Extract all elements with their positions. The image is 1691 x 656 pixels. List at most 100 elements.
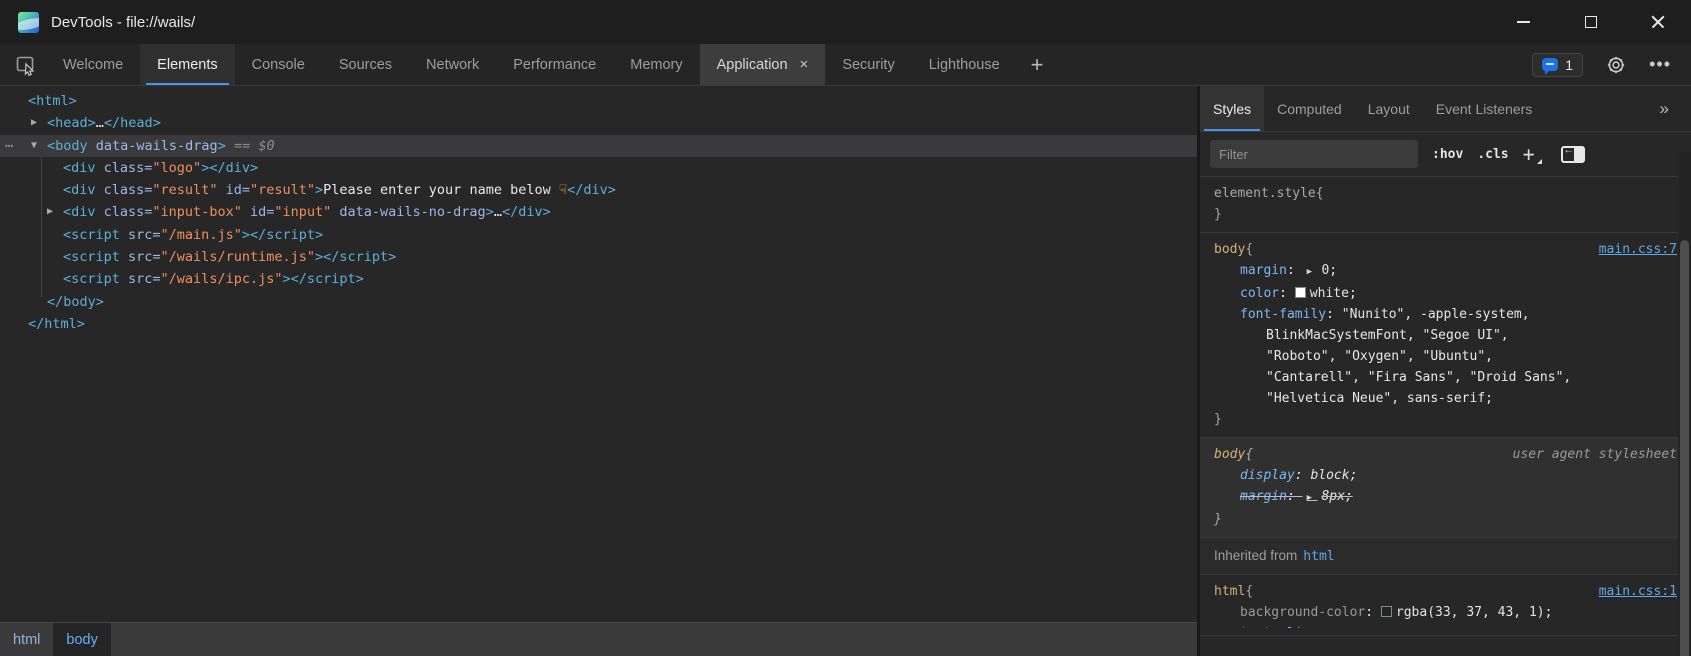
inherited-element-link[interactable]: html [1303, 549, 1334, 564]
css-property[interactable]: display: block; [1214, 465, 1677, 486]
property-name: display [1240, 468, 1295, 483]
scrollbar-thumb[interactable] [1680, 240, 1689, 656]
code-token: <script [63, 227, 120, 243]
code-token: src= [120, 249, 161, 265]
close-tab-icon[interactable]: × [800, 56, 809, 73]
tab-console[interactable]: Console [235, 44, 322, 85]
sidebar-tab-label: Styles [1213, 101, 1251, 117]
code-token: > [218, 138, 226, 154]
tree-row[interactable]: </html> [0, 313, 1197, 335]
tab-application[interactable]: Application× [700, 44, 826, 85]
code-token: > [315, 182, 323, 198]
color-swatch[interactable] [1381, 606, 1392, 617]
minimize-button[interactable] [1490, 0, 1557, 44]
css-selector: element.style [1214, 183, 1316, 204]
property-value: rgba(33, 37, 43, 1) [1396, 605, 1545, 620]
tree-row[interactable]: </body> [0, 291, 1197, 313]
css-selector-line[interactable]: body {user agent stylesheet [1214, 444, 1677, 465]
add-panel-button[interactable]: + [1017, 44, 1058, 85]
tree-row[interactable]: ▶<div class="input-box" id="input" data-… [0, 201, 1197, 223]
tree-row[interactable]: ▶<head>…</head> [0, 112, 1197, 134]
inherited-from-label: Inherited from [1214, 548, 1297, 563]
tab-memory[interactable]: Memory [613, 44, 699, 85]
style-rule-section: body {main.css:7margin: ▶ 0;color: white… [1200, 233, 1691, 438]
tab-network[interactable]: Network [409, 44, 496, 85]
toggle-hover-state-button[interactable]: :hov [1432, 147, 1463, 162]
tree-row[interactable]: <html> [0, 90, 1197, 112]
color-swatch[interactable] [1295, 287, 1306, 298]
tab-elements[interactable]: Elements [140, 44, 234, 85]
close-brace: } [1214, 509, 1677, 530]
tabbar-right-cluster: 1 ••• [1532, 44, 1671, 85]
tab-welcome[interactable]: Welcome [46, 44, 140, 85]
css-property[interactable]: text-align: ; [1214, 623, 1677, 628]
tree-row[interactable]: <script src="/wails/ipc.js"></script> [0, 268, 1197, 290]
toggle-classes-button[interactable]: .cls [1477, 147, 1508, 162]
css-property[interactable]: background-color: rgba(33, 37, 43, 1); [1214, 602, 1677, 623]
css-property[interactable]: color: white; [1214, 283, 1677, 304]
tree-row[interactable]: <div class="logo"></div> [0, 157, 1197, 179]
colon: : [1365, 605, 1381, 620]
css-property[interactable]: margin: ▶ 8px; [1214, 486, 1677, 509]
close-button[interactable] [1624, 0, 1691, 44]
css-selector-line[interactable]: element.style { [1214, 183, 1677, 204]
code-token: … [96, 115, 104, 131]
indent-guide-line [41, 157, 42, 297]
more-tabs-chevron-icon[interactable]: » [1660, 86, 1669, 131]
open-brace: { [1245, 444, 1253, 465]
code-token: <div [63, 204, 96, 220]
row-menu-dots-icon[interactable]: ⋯ [5, 135, 14, 157]
sidebar-tabs-list: Styles ComputedLayoutEvent Listeners [1200, 86, 1545, 131]
css-property[interactable]: font-family: "Nunito", -apple-system, [1214, 304, 1677, 325]
css-selector-line[interactable]: body {main.css:7 [1214, 239, 1677, 260]
tab-lighthouse[interactable]: Lighthouse [912, 44, 1017, 85]
stylesheet-link[interactable]: main.css:1 [1599, 581, 1677, 602]
close-brace: } [1214, 409, 1677, 430]
breadcrumb-html[interactable]: html [0, 623, 53, 656]
settings-gear-icon[interactable] [1605, 54, 1627, 76]
code-token: <head> [47, 115, 96, 131]
code-token: <div [63, 182, 96, 198]
css-selector-line[interactable]: html {main.css:1 [1214, 581, 1677, 602]
styles-scrollbar[interactable] [1678, 152, 1691, 656]
property-value: block [1310, 468, 1349, 483]
css-declaration: text-align: ; [1240, 626, 1342, 628]
issues-button[interactable]: 1 [1532, 53, 1583, 77]
tab-sources[interactable]: Sources [322, 44, 409, 85]
tree-row[interactable]: <script src="/main.js"></script> [0, 224, 1197, 246]
sidebar-tab-layout[interactable]: Layout [1355, 86, 1423, 131]
expand-longhand-icon[interactable]: ▶ [1303, 267, 1322, 277]
tree-row[interactable]: <div class="result" id="result">Please e… [0, 179, 1197, 201]
code-token: <script [63, 249, 120, 265]
expand-arrow-icon[interactable]: ▶ [31, 112, 37, 134]
close-icon [1651, 15, 1665, 29]
maximize-button[interactable] [1557, 0, 1624, 44]
code-token: ></script> [242, 227, 323, 243]
code-token: data-wails-drag [88, 138, 218, 154]
tab-label: Security [842, 57, 894, 73]
expand-arrow-icon[interactable]: ▶ [47, 201, 53, 223]
code-token: <body [47, 138, 88, 154]
breadcrumb-body[interactable]: body [53, 623, 110, 656]
devtools-app-icon [18, 12, 39, 33]
more-options-icon[interactable]: ••• [1649, 54, 1671, 75]
sidebar-tab-computed[interactable]: Computed [1264, 86, 1355, 131]
code-token: ></script> [315, 249, 396, 265]
sidebar-tab-styles[interactable]: Styles [1200, 86, 1264, 131]
toggle-computed-sidebar-icon[interactable] [1561, 146, 1585, 163]
issues-bubble-icon [1542, 58, 1558, 71]
new-style-rule-button[interactable]: + [1523, 142, 1541, 166]
styles-filter-input[interactable] [1210, 140, 1418, 168]
expand-arrow-icon[interactable]: ▼ [31, 135, 37, 157]
sidebar-tab-event-listeners[interactable]: Event Listeners [1423, 86, 1546, 131]
tree-row[interactable]: ⋯▼<body data-wails-drag> == $0 [0, 135, 1197, 157]
inspect-element-button[interactable] [6, 44, 46, 85]
tree-row[interactable]: <script src="/wails/runtime.js"></script… [0, 246, 1197, 268]
close-brace: } [1214, 204, 1677, 225]
stylesheet-link[interactable]: main.css:7 [1599, 239, 1677, 260]
tab-security[interactable]: Security [825, 44, 911, 85]
expand-longhand-icon[interactable]: ▶ [1303, 493, 1322, 503]
css-property[interactable]: margin: ▶ 0; [1214, 260, 1677, 283]
tab-label: Performance [513, 57, 596, 73]
tab-performance[interactable]: Performance [496, 44, 613, 85]
